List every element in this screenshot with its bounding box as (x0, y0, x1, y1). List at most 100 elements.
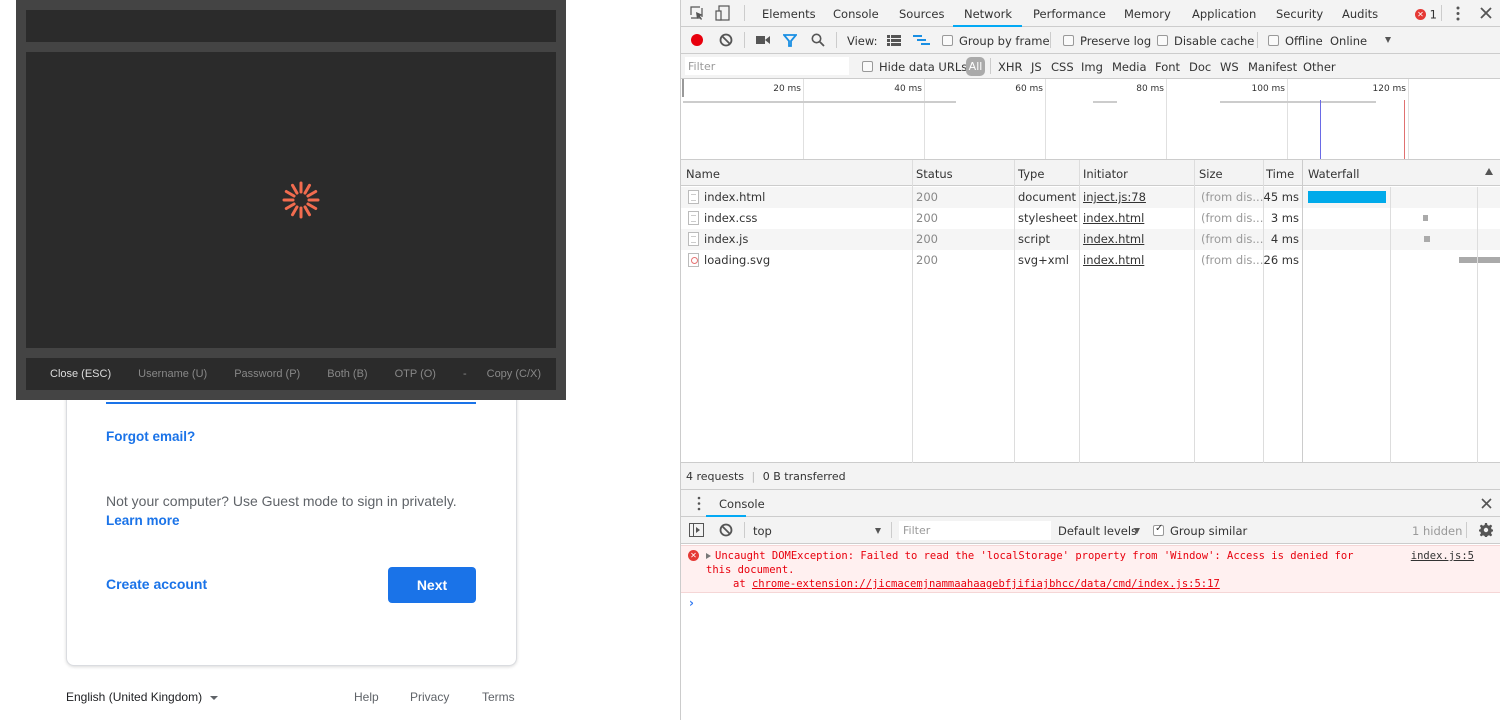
filter-type-font[interactable]: Font (1155, 60, 1180, 74)
filter-type-xhr[interactable]: XHR (998, 60, 1023, 74)
column-divider[interactable] (1079, 160, 1080, 463)
tab-sources[interactable]: Sources (899, 7, 945, 21)
filter-type-other[interactable]: Other (1303, 60, 1336, 74)
filter-funnel-icon[interactable] (783, 33, 797, 47)
learn-more-link[interactable]: Learn more (106, 513, 180, 528)
column-header-size[interactable]: Size (1199, 167, 1223, 181)
clear-console-icon[interactable] (719, 523, 733, 537)
filter-type-img[interactable]: Img (1081, 60, 1103, 74)
console-filter-input[interactable] (899, 521, 1051, 540)
inspect-element-icon[interactable] (690, 6, 705, 21)
create-account-link[interactable]: Create account (106, 576, 207, 592)
row-time: 26 ms (1263, 253, 1299, 267)
column-header-waterfall[interactable]: Waterfall (1308, 167, 1359, 181)
tab-memory[interactable]: Memory (1124, 7, 1171, 21)
overview-waterfall-icon[interactable] (913, 35, 931, 46)
stack-trace-link[interactable]: chrome-extension://jicmacemjnammaahaageb… (752, 578, 1220, 590)
tab-elements[interactable]: Elements (762, 7, 816, 21)
settings-gear-icon[interactable] (1479, 523, 1493, 537)
device-toolbar-icon[interactable] (715, 5, 731, 22)
column-divider[interactable] (1302, 160, 1303, 463)
network-filter-input[interactable] (685, 57, 849, 75)
expand-triangle-icon[interactable] (706, 553, 711, 559)
column-header-initiator[interactable]: Initiator (1083, 167, 1128, 181)
copy-action[interactable]: Copy (C/X) (487, 368, 541, 380)
column-divider[interactable] (912, 160, 913, 463)
column-header-type[interactable]: Type (1018, 167, 1044, 181)
column-divider[interactable] (1263, 160, 1264, 463)
row-initiator-link[interactable]: index.html (1083, 232, 1144, 246)
group-similar-checkbox[interactable] (1153, 523, 1164, 536)
offline-checkbox[interactable] (1268, 35, 1279, 46)
password-action[interactable]: Password (P) (234, 368, 300, 380)
network-overview-timeline[interactable]: 20 ms 40 ms 60 ms 80 ms 100 ms 120 ms (681, 79, 1500, 160)
drawer-menu-icon[interactable] (696, 496, 702, 511)
error-counter[interactable]: ✕ 1 (1415, 7, 1437, 22)
table-row[interactable]: index.js 200 script index.html (from dis… (681, 229, 1500, 250)
large-rows-icon[interactable] (887, 35, 901, 46)
terms-link[interactable]: Terms (482, 690, 515, 704)
column-header-status[interactable]: Status (916, 167, 953, 181)
log-levels-select[interactable]: Default levels (1058, 517, 1150, 543)
error-text-line-1[interactable]: Uncaught DOMException: Failed to read th… (706, 550, 1353, 562)
context-selector[interactable]: top (747, 517, 887, 543)
tab-security[interactable]: Security (1276, 7, 1323, 21)
error-count: 1 (1429, 7, 1437, 22)
table-row[interactable]: index.css 200 stylesheet index.html (fro… (681, 208, 1500, 229)
table-row[interactable]: loading.svg 200 svg+xml index.html (from… (681, 250, 1500, 271)
clear-icon[interactable] (719, 33, 733, 47)
column-header-name[interactable]: Name (686, 167, 720, 181)
filter-type-all[interactable]: All (966, 57, 985, 76)
email-field-underline[interactable] (106, 402, 476, 404)
tab-performance[interactable]: Performance (1033, 7, 1106, 21)
drawer-tab-console[interactable]: Console (719, 497, 765, 511)
help-link[interactable]: Help (354, 690, 379, 704)
more-options-icon[interactable] (1455, 6, 1461, 21)
language-selector[interactable]: English (United Kingdom) (66, 690, 219, 704)
network-summary-bar: 4 requests | 0 B transferred (681, 463, 1500, 490)
screenshot-camera-icon[interactable] (756, 35, 770, 45)
column-divider[interactable] (1194, 160, 1195, 463)
record-icon[interactable] (690, 33, 704, 47)
filter-type-js[interactable]: JS (1031, 60, 1042, 74)
close-drawer-icon[interactable] (1481, 498, 1492, 509)
close-devtools-icon[interactable] (1480, 7, 1492, 19)
overview-left-handle[interactable] (682, 79, 684, 97)
row-initiator-link[interactable]: index.html (1083, 253, 1144, 267)
tab-application[interactable]: Application (1192, 7, 1256, 21)
throttling-select[interactable]: Online (1330, 27, 1400, 53)
row-type: stylesheet (1018, 211, 1078, 225)
column-divider[interactable] (1014, 160, 1015, 463)
filter-type-manifest[interactable]: Manifest (1248, 60, 1297, 74)
search-icon[interactable] (811, 33, 825, 47)
disable-cache-checkbox[interactable] (1157, 35, 1168, 46)
hide-data-urls-checkbox[interactable] (862, 61, 873, 72)
table-row[interactable]: index.html 200 document inject.js:78 (fr… (681, 187, 1500, 208)
show-sidebar-icon[interactable] (689, 523, 704, 537)
preserve-log-checkbox[interactable] (1063, 35, 1074, 46)
otp-action[interactable]: OTP (O) (395, 368, 436, 380)
row-initiator-link[interactable]: inject.js:78 (1083, 190, 1146, 204)
overlay-search-bar[interactable] (26, 10, 556, 42)
next-button[interactable]: Next (388, 567, 476, 603)
tab-network[interactable]: Network (964, 7, 1012, 21)
privacy-link[interactable]: Privacy (410, 690, 449, 704)
tab-console[interactable]: Console (833, 7, 879, 21)
requests-table: Name Status Type Initiator Size Time Wat… (681, 160, 1500, 463)
filter-type-doc[interactable]: Doc (1189, 60, 1211, 74)
filter-type-ws[interactable]: WS (1220, 60, 1239, 74)
username-action[interactable]: Username (U) (138, 368, 207, 380)
filter-type-css[interactable]: CSS (1051, 60, 1074, 74)
filter-type-media[interactable]: Media (1112, 60, 1147, 74)
sort-ascending-icon[interactable] (1485, 168, 1493, 175)
row-initiator-link[interactable]: index.html (1083, 211, 1144, 225)
tab-audits[interactable]: Audits (1342, 7, 1378, 21)
dropdown-arrow-icon (875, 528, 881, 534)
error-source-link[interactable]: index.js:5 (1411, 550, 1474, 562)
forgot-email-link[interactable]: Forgot email? (106, 429, 195, 444)
column-header-time[interactable]: Time (1266, 167, 1294, 181)
group-by-frame-checkbox[interactable] (942, 35, 953, 46)
both-action[interactable]: Both (B) (327, 368, 367, 380)
console-input[interactable] (701, 594, 1491, 612)
close-action[interactable]: Close (ESC) (50, 368, 111, 380)
